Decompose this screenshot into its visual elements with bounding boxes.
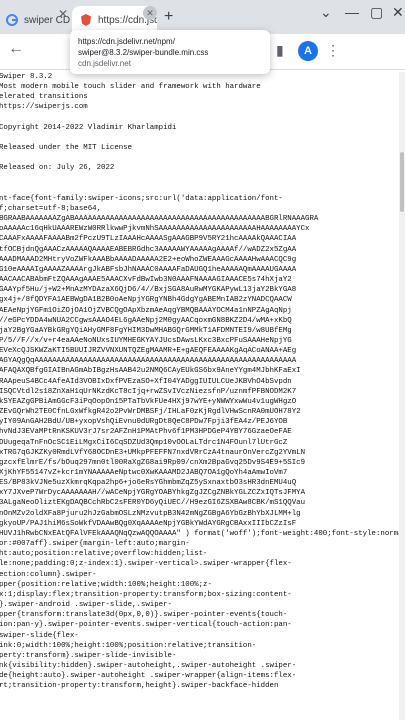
code-line: HUVJ1hRwbCNxEAtQFAlVFEkAAAQNqQzwAQQOAAAA… <box>0 529 405 538</box>
code-line: oAAAAAc16qHkUAAAREWzW0RRlkwwPjkvmNhSAAAA… <box>0 225 310 234</box>
profile-avatar[interactable]: A <box>298 41 318 61</box>
code-line: P/5//F//x/v+r4eaAAeNoNUxsIUYMHEGKYAYJUcs… <box>0 336 292 345</box>
code-line: rt;transition-property:transform,height}… <box>0 682 279 691</box>
code-line: AACAACABAbmFtZQAAAgAAAE5AAACXvFdBwIwb3N0… <box>0 276 292 285</box>
code-line: AEAeNpjYGFm1OiZOjOA1OjZVBCQgOApXbzmAeAqg… <box>0 306 292 315</box>
url-hover-popup: https://cdn.jsdelivr.net/npm/ swiper@8.3… <box>70 30 270 74</box>
code-line: https://swiperjs.com <box>0 103 88 112</box>
code-line: Released under the MIT License <box>0 144 133 153</box>
code-line: ISQCVtdl2s18ZnXaH1qUrNKzdKcT8cIjq+rwZSvI… <box>0 387 297 396</box>
new-tab-icon[interactable]: + <box>164 8 173 26</box>
code-line: AGYAQgQqAAAAAAAAAAAAAAAAAAAAAAAAAAAAAAAA… <box>0 357 297 366</box>
minimize-icon[interactable]: — <box>345 4 359 20</box>
code-line: gx4j+/8fQDYFA1AEBWgDA1B2B0oAeNpjYGRgYNBh… <box>0 296 292 305</box>
code-line: BGRAABAAAAAAAZgABAAAAAAAAAAAAAAAAAAAAAAA… <box>0 215 319 224</box>
close-icon[interactable]: ✕ <box>58 7 68 21</box>
code-line: gzcxfElmrE/fs/bOuq297mn0tl00RaXgZG8ai9Rp… <box>0 458 306 467</box>
code-line: f;charset=utf-8;base64, <box>0 204 102 213</box>
code-line: XjKhYF55147vZ+kcr1mYNAAAAAeNptwc0XwKAAAM… <box>0 469 288 478</box>
code-line: CAAAFxAAAAFAAAABm2fPczU9TLzIAAAHcAAAASgA… <box>0 235 297 244</box>
code-line: swiper-slide{flex- <box>0 631 79 640</box>
code-line: hvNdJ3EVaMPtRnKSKUV3rJ7sr2AFZnH1PMAtPhv6… <box>0 428 292 437</box>
code-line: yIY09AnGAH2BdU/UB+yxopVshQiEvnu0dURgDt8Q… <box>0 418 288 427</box>
profile-initial: A <box>304 45 312 57</box>
tab-strip: swiper CDN ✕ https://cdn.jsde ✕ + ⌄ — ▢ … <box>0 0 405 34</box>
code-line: EVeXcQJSKWZaKTI5BUUIJRZVVNXUNTQZEgMAAMR+… <box>0 347 297 356</box>
code-line: Swiper 8.3.2 <box>0 73 53 81</box>
back-arrow-icon[interactable]: ← <box>8 40 24 58</box>
code-line: nk{visibility:hidden}.swiper-autoheight,… <box>0 661 297 670</box>
code-line: AAADMAAAD2MHtryVoZWFkAAABbAAAADAAAAA2E2+… <box>0 255 297 264</box>
code-line: 3ALgaNeoOliztEKgDAQBCchRbC2sFER0YD6yQiUE… <box>0 499 306 508</box>
popup-url-line1: https://cdn.jsdelivr.net/npm/ <box>78 37 175 46</box>
code-line: nt-face{font-family:swiper-icons;src:url… <box>0 194 283 203</box>
code-line: xY7JXveP7WrDycAAAAAAAH//wACeNpjYGRgYOABY… <box>0 489 306 498</box>
code-line: elerated transitions <box>0 93 88 102</box>
code-line: ink:0;width:100%;height:100%;position:re… <box>0 641 257 650</box>
close-icon[interactable]: ✕ <box>143 6 157 20</box>
popup-url-line2: swiper@8.3.2/swiper-bundle.min.css <box>78 48 209 57</box>
code-line: }.swiper-android .swiper-slide,.swiper- <box>0 601 172 610</box>
scroll-thumb[interactable] <box>400 152 404 212</box>
code-line: RAApeuS4BCc4AfeAId3VOBIxDxfPVEzaSO+XfI04… <box>0 377 292 386</box>
code-line: pper{position:relative;width:100%;height… <box>0 580 212 589</box>
code-line: ES/BP83kVJNe5uzXkmrqKqpa2hp6+jo6eRsYGhmb… <box>0 479 297 488</box>
code-line: pper{transform:translate3d(0px,0,0)}.swi… <box>0 611 288 620</box>
jsdelivr-favicon-icon <box>81 14 91 26</box>
code-line: GAAYpf5Hu/j+W2+MnAzMYDAzaX6QjD6/4//BxjSG… <box>0 286 297 295</box>
code-line: tfOCBjdnQgAAACzAAAAAQAAAAEABEBRGdhc3AAAA… <box>0 245 297 254</box>
code-line: nOnMZv2oldXFa8Pjuru2hJzGabmOSLzNMzvutpB3… <box>0 509 301 518</box>
code-line: jaY2BgYGaAYBkGRgYQiAHyGMF8FgYHIM3DwMHABG… <box>0 326 292 335</box>
code-line: gkyoUP/PAJ1hiM6sSoWkfVDAAwBQg0XqAAAAeNpj… <box>0 519 297 528</box>
code-line: x:1;display:flex;transition-property:tra… <box>0 590 292 599</box>
code-line: perty:transform}.swiper-slide-invisible- <box>0 651 177 660</box>
code-line: //eGPcYDDA4wNUA2CCgwsAAAO4EL6gAAeNpj2M0g… <box>0 316 292 325</box>
code-line: AFAQAXQBfgGIAIBnAGmAbIBgzHsAAB42u2NMQ6CA… <box>0 367 301 376</box>
code-line: Copyright 2014-2022 Vladimir Kharlampidi <box>0 123 177 132</box>
code-line: ion:pan-y}.swiper-pointer-events.swiper-… <box>0 621 292 630</box>
code-line: ZEvGQrWh2TE0CfnLGxWfkgR42o2PvWrDMBSFj/IH… <box>0 408 301 417</box>
page-content: Swiper 8.3.2 Most modern mobile touch sli… <box>0 72 405 720</box>
code-line: Most modern mobile touch slider and fram… <box>0 83 261 92</box>
code-line: kSYEAZgGPBiAmGGcF3iPqOopOn15PTaTbVkFUe4H… <box>0 397 297 406</box>
google-favicon-icon <box>6 14 18 26</box>
close-window-icon[interactable]: ✕ <box>392 4 404 21</box>
code-line: Released on: July 26, 2022 <box>0 164 115 173</box>
code-line: or:#007aff}.swiper{margin-left:auto;marg… <box>0 540 190 549</box>
code-line: xTRG7qGJKZKy0RmdLVfY68OCDnE3+UMkpPFEFFN7… <box>0 448 306 457</box>
code-line: le:none;padding:0;z-index:1}.swiper-vert… <box>0 560 292 569</box>
vertical-scrollbar[interactable] <box>399 72 405 720</box>
maximize-icon[interactable]: ▢ <box>370 4 383 21</box>
css-source-code: Swiper 8.3.2 Most modern mobile touch sli… <box>0 72 405 691</box>
code-line: de{height:auto}.swiper-autoheight .swipe… <box>0 672 297 681</box>
code-line: ht:auto;position:relative;overflow:hidde… <box>0 550 208 559</box>
popup-host: cdn.jsdelivr.net <box>78 59 131 68</box>
side-panel-icon[interactable]: ▮ <box>276 42 284 59</box>
tab-search-icon[interactable]: ⌄ <box>320 4 332 21</box>
code-line: ection:column}.swiper- <box>0 570 97 579</box>
code-line: DUugeqaTnFnOcSC1EiLMgxCiI6CqSDZUd3Qmp10v… <box>0 438 288 447</box>
more-menu-icon[interactable]: ⋮ <box>326 42 340 59</box>
code-line: G10eAAAAIgAAAAZAAAArgJkABFsbJhNAAAC0AAAA… <box>0 265 297 274</box>
